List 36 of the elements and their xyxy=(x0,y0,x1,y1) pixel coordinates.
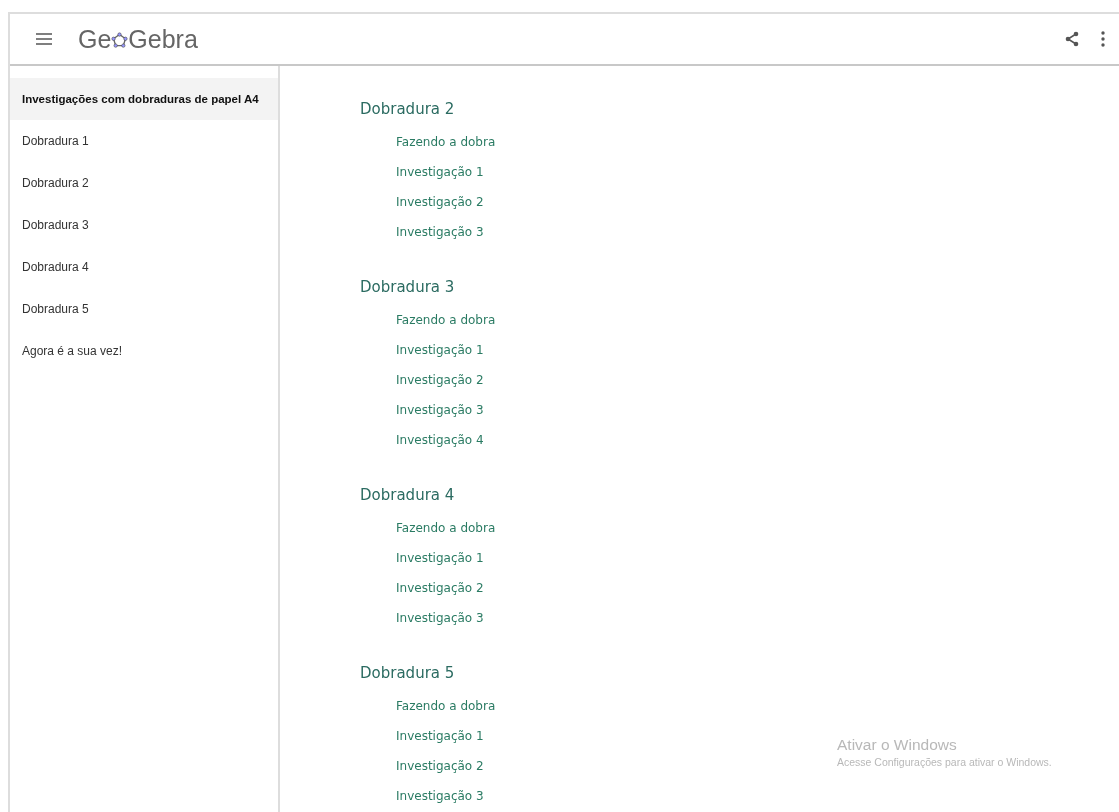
chapter-link[interactable]: Investigação 1 xyxy=(396,157,484,187)
activation-message: Acesse Configurações para ativar o Windows. xyxy=(837,756,1052,768)
section-heading: Dobradura 5 xyxy=(360,663,455,684)
chapter-link[interactable]: Fazendo a dobra xyxy=(396,127,496,157)
sidebar-item[interactable]: Dobradura 2 xyxy=(10,162,278,204)
chapter-link[interactable]: Investigação 3 xyxy=(396,395,484,425)
chapter-link[interactable]: Fazendo a dobra xyxy=(396,691,496,721)
sidebar-item[interactable]: Dobradura 4 xyxy=(10,246,278,288)
sidebar-item[interactable]: Dobradura 3 xyxy=(10,204,278,246)
chapter-link[interactable]: Investigação 2 xyxy=(396,573,484,603)
chapter-link[interactable]: Investigação 1 xyxy=(396,543,484,573)
chapter-link[interactable]: Investigação 3 xyxy=(396,217,484,247)
sidebar-item[interactable]: Dobradura 5 xyxy=(10,288,278,330)
chapter-link[interactable]: Fazendo a dobra xyxy=(396,513,496,543)
chapter-link[interactable]: Investigação 3 xyxy=(396,781,484,811)
chapter-link[interactable]: Investigação 2 xyxy=(396,365,484,395)
chapter-link[interactable]: Investigação 3 xyxy=(396,603,484,633)
sidebar-item[interactable]: Agora é a sua vez! xyxy=(10,330,278,372)
logo-text: Gebra xyxy=(128,24,198,54)
chapter-link[interactable]: Investigação 2 xyxy=(396,187,484,217)
chapter-link[interactable]: Investigação 4 xyxy=(396,425,484,455)
section-heading: Dobradura 3 xyxy=(360,277,455,298)
logo-text: Ge xyxy=(78,24,112,54)
sidebar-item[interactable]: Investigações com dobraduras de papel A4 xyxy=(10,78,278,120)
chapter-link[interactable]: Investigação 1 xyxy=(396,721,484,751)
chapter-link[interactable]: Investigação 1 xyxy=(396,335,484,365)
sidebar-item[interactable]: Dobradura 1 xyxy=(10,120,278,162)
chapter-link[interactable]: Fazendo a dobra xyxy=(396,305,496,335)
activation-title: Ativar o Windows xyxy=(837,736,958,754)
section-heading: Dobradura 2 xyxy=(360,99,455,120)
section-heading: Dobradura 4 xyxy=(360,485,455,506)
menu-icon xyxy=(36,33,52,45)
more-icon xyxy=(1101,31,1105,47)
share-icon xyxy=(1065,31,1079,47)
chapter-link[interactable]: Investigação 2 xyxy=(396,751,484,781)
logo-icon xyxy=(111,32,129,49)
